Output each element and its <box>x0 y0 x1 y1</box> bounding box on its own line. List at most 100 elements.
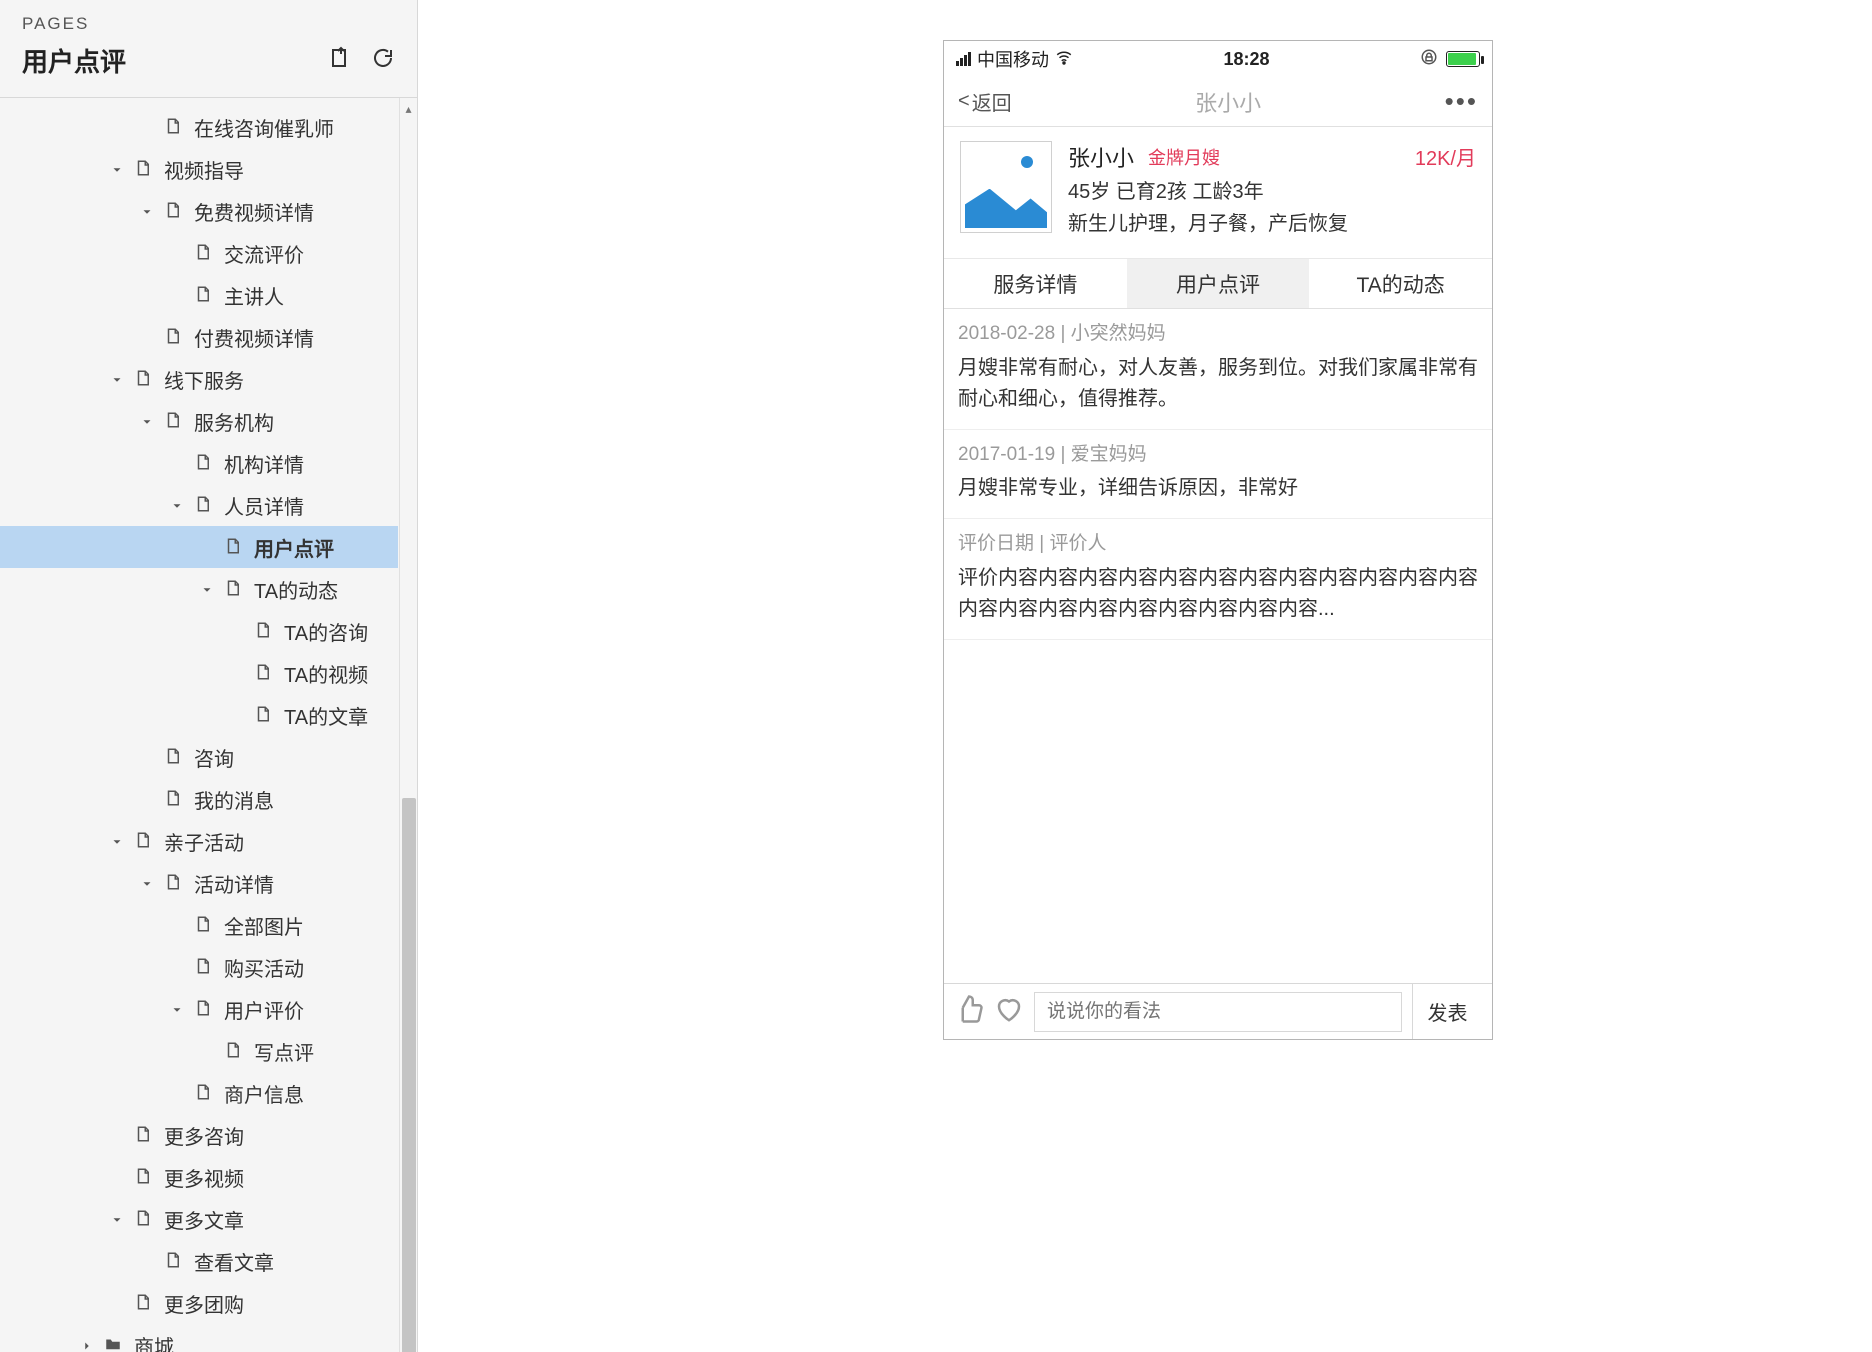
sidebar-section-label: PAGES <box>22 14 395 34</box>
page-title: 用户点评 <box>22 42 126 79</box>
review-item: 2017-01-19 | 爱宝妈妈月嫂非常专业，详细告诉原因，非常好 <box>944 430 1492 519</box>
tree-item[interactable]: 查看文章 <box>0 1240 398 1282</box>
chevron-down-icon[interactable] <box>110 370 128 388</box>
page-icon <box>194 957 214 977</box>
tree-item[interactable]: 视频指导 <box>0 148 398 190</box>
page-icon <box>254 621 274 641</box>
tree-item[interactable]: 更多文章 <box>0 1198 398 1240</box>
refresh-icon[interactable] <box>371 46 395 75</box>
chevron-right-icon[interactable] <box>80 1336 98 1352</box>
page-icon <box>164 411 184 431</box>
tree-item-label: 查看文章 <box>194 1247 274 1276</box>
page-icon <box>164 873 184 893</box>
chevron-down-icon[interactable] <box>140 874 158 892</box>
page-icon <box>164 1251 184 1271</box>
tree-item[interactable]: 更多咨询 <box>0 1114 398 1156</box>
send-button[interactable]: 发表 <box>1412 984 1482 1039</box>
tree-item-label: 更多文章 <box>164 1205 244 1234</box>
chevron-down-icon[interactable] <box>140 202 158 220</box>
tree-item-label: 主讲人 <box>224 281 284 310</box>
send-label: 发表 <box>1428 997 1468 1026</box>
tab[interactable]: TA的动态 <box>1309 259 1492 308</box>
tree-item[interactable]: TA的动态 <box>0 568 398 610</box>
sidebar-scrollbar[interactable]: ▴ ▾ <box>399 98 417 1352</box>
tree-item[interactable]: TA的咨询 <box>0 610 398 652</box>
chevron-down-icon[interactable] <box>110 832 128 850</box>
page-icon <box>194 243 214 263</box>
chevron-down-icon[interactable] <box>110 1210 128 1228</box>
folder-icon <box>104 1335 124 1352</box>
scroll-up-arrow-icon[interactable]: ▴ <box>400 98 417 120</box>
nav-title: 张小小 <box>1195 86 1261 118</box>
tree-item[interactable]: 机构详情 <box>0 442 398 484</box>
tree-item[interactable]: 线下服务 <box>0 358 398 400</box>
tree-item[interactable]: TA的视频 <box>0 652 398 694</box>
comment-input[interactable] <box>1034 992 1402 1032</box>
tree-item-label: 在线咨询催乳师 <box>194 113 334 142</box>
tree-item[interactable]: 商城 <box>0 1324 398 1352</box>
tree-item-label: TA的视频 <box>284 659 368 688</box>
tree-item-label: TA的动态 <box>254 575 338 604</box>
tree-item-label: 商户信息 <box>224 1079 304 1108</box>
status-bar: 中国移动 18:28 <box>944 41 1492 77</box>
chevron-down-icon[interactable] <box>170 496 188 514</box>
heart-icon[interactable] <box>994 994 1024 1029</box>
thumbs-up-icon[interactable] <box>954 994 984 1029</box>
chevron-down-icon[interactable] <box>110 160 128 178</box>
tree-item[interactable]: 付费视频详情 <box>0 316 398 358</box>
page-icon <box>164 327 184 347</box>
tree-item[interactable]: 免费视频详情 <box>0 190 398 232</box>
tree-item[interactable]: 我的消息 <box>0 778 398 820</box>
canvas: 中国移动 18:28 < 返回 张小小 ••• <box>418 0 1872 1352</box>
tree-item[interactable]: 咨询 <box>0 736 398 778</box>
tree-item-label: 更多团购 <box>164 1289 244 1318</box>
wifi-icon <box>1055 48 1073 71</box>
export-icon[interactable] <box>329 46 353 75</box>
tree-item[interactable]: 更多视频 <box>0 1156 398 1198</box>
chevron-down-icon[interactable] <box>140 412 158 430</box>
page-icon <box>194 1083 214 1103</box>
tab[interactable]: 用户点评 <box>1127 259 1310 308</box>
tree-item[interactable]: 用户点评 <box>0 526 398 568</box>
page-icon <box>254 705 274 725</box>
tree-item[interactable]: 活动详情 <box>0 862 398 904</box>
comment-bar: 发表 <box>944 983 1492 1039</box>
page-icon <box>224 537 244 557</box>
orientation-lock-icon <box>1420 48 1438 71</box>
more-button[interactable]: ••• <box>1445 86 1478 117</box>
page-tree: 在线咨询催乳师视频指导免费视频详情交流评价主讲人付费视频详情线下服务服务机构机构… <box>0 98 417 1352</box>
tree-item-label: 视频指导 <box>164 155 244 184</box>
review-list: 2018-02-28 | 小突然妈妈月嫂非常有耐心，对人友善，服务到位。对我们家… <box>944 309 1492 983</box>
signal-icon <box>956 52 971 66</box>
tree-item[interactable]: 主讲人 <box>0 274 398 316</box>
tree-item[interactable]: TA的文章 <box>0 694 398 736</box>
page-icon <box>134 369 154 389</box>
tree-item[interactable]: 服务机构 <box>0 400 398 442</box>
battery-icon <box>1446 51 1480 67</box>
tree-item[interactable]: 更多团购 <box>0 1282 398 1324</box>
back-button[interactable]: < 返回 <box>958 87 1012 116</box>
page-icon <box>254 663 274 683</box>
tab[interactable]: 服务详情 <box>944 259 1127 308</box>
profile-card: 张小小 金牌月嫂 12K/月 45岁 已育2孩 工龄3年 新生儿护理，月子餐，产… <box>944 127 1492 259</box>
tree-item[interactable]: 商户信息 <box>0 1072 398 1114</box>
tree-item-label: TA的文章 <box>284 701 368 730</box>
tree-item[interactable]: 购买活动 <box>0 946 398 988</box>
profile-line-age: 45岁 已育2孩 工龄3年 <box>1068 176 1476 208</box>
tree-item[interactable]: 写点评 <box>0 1030 398 1072</box>
tree-item[interactable]: 全部图片 <box>0 904 398 946</box>
tree-item-label: 亲子活动 <box>164 827 244 856</box>
chevron-down-icon[interactable] <box>200 580 218 598</box>
scroll-thumb[interactable] <box>402 798 416 1352</box>
tree-item-label: 服务机构 <box>194 407 274 436</box>
review-body: 月嫂非常有耐心，对人友善，服务到位。对我们家属非常有耐心和细心，值得推荐。 <box>958 353 1478 415</box>
back-label: 返回 <box>972 87 1012 116</box>
page-icon <box>194 915 214 935</box>
tree-item[interactable]: 交流评价 <box>0 232 398 274</box>
tree-item[interactable]: 人员详情 <box>0 484 398 526</box>
tree-item[interactable]: 用户评价 <box>0 988 398 1030</box>
tree-item[interactable]: 在线咨询催乳师 <box>0 106 398 148</box>
chevron-down-icon[interactable] <box>170 1000 188 1018</box>
tree-item[interactable]: 亲子活动 <box>0 820 398 862</box>
page-icon <box>194 285 214 305</box>
